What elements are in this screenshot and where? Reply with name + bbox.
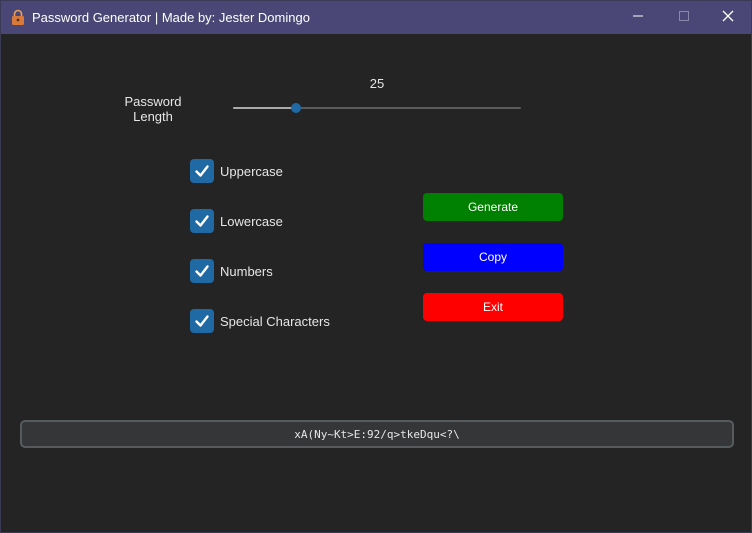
- checkmark-icon[interactable]: [190, 209, 214, 233]
- password-length-value: 25: [369, 76, 385, 91]
- password-output-text: xA(Ny~Kt>E:92/q>tkeDqu<?\: [294, 427, 460, 441]
- exit-button[interactable]: Exit: [423, 293, 563, 321]
- numbers-checkbox[interactable]: Numbers: [190, 259, 273, 283]
- password-length-slider[interactable]: [233, 101, 521, 115]
- title-bar[interactable]: Password Generator | Made by: Jester Dom…: [1, 1, 751, 34]
- window-title: Password Generator | Made by: Jester Dom…: [32, 10, 310, 25]
- uppercase-label: Uppercase: [220, 163, 283, 179]
- lowercase-checkbox[interactable]: Lowercase: [190, 209, 283, 233]
- close-icon: [722, 9, 734, 27]
- minimize-icon: [632, 9, 644, 27]
- password-length-label-text: Password Length: [124, 94, 182, 124]
- lock-icon: [10, 9, 26, 26]
- close-button[interactable]: [705, 1, 751, 34]
- generate-button[interactable]: Generate: [423, 193, 563, 221]
- copy-button[interactable]: Copy: [423, 243, 563, 271]
- slider-thumb[interactable]: [291, 103, 301, 113]
- password-output-field[interactable]: xA(Ny~Kt>E:92/q>tkeDqu<?\: [20, 420, 734, 448]
- special-characters-checkbox[interactable]: Special Characters: [190, 309, 330, 333]
- checkmark-icon[interactable]: [190, 259, 214, 283]
- numbers-label: Numbers: [220, 263, 273, 279]
- app-window: Password Generator | Made by: Jester Dom…: [0, 0, 752, 533]
- maximize-button[interactable]: [661, 1, 707, 34]
- checkmark-icon[interactable]: [190, 159, 214, 183]
- maximize-icon: [678, 9, 690, 27]
- lowercase-label: Lowercase: [220, 213, 283, 229]
- special-characters-label: Special Characters: [220, 313, 330, 329]
- uppercase-checkbox[interactable]: Uppercase: [190, 159, 283, 183]
- slider-fill: [233, 107, 296, 109]
- password-length-label: Password Length: [113, 94, 193, 124]
- checkmark-icon[interactable]: [190, 309, 214, 333]
- minimize-button[interactable]: [615, 1, 661, 34]
